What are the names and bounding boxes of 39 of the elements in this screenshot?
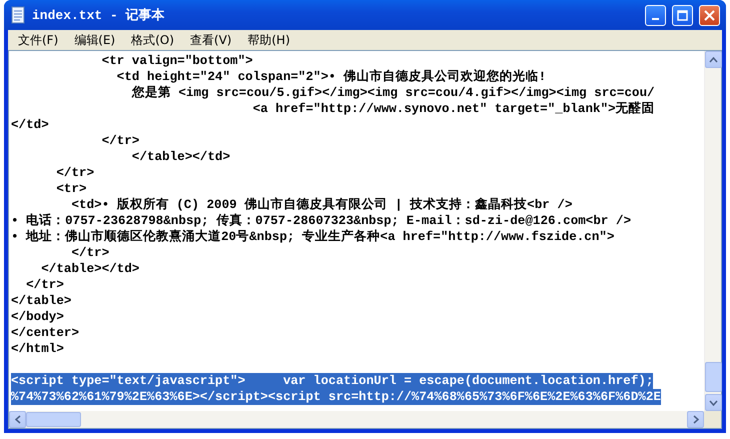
scrollbar-corner [704,411,721,428]
code-line: </tr> [100,133,140,149]
notepad-icon [10,6,26,24]
code-line: 您是第 <img src=cou/5.gif></img><img src=cou/4.gif></img><img src=cou/ [130,85,655,101]
code-line: <tr valign="bottom"> [100,53,253,69]
maximize-icon [677,10,688,20]
window-title: index.txt - 记事本 [32,7,166,24]
menu-item[interactable]: 格式(O) [123,32,182,48]
code-line: </td> [11,117,49,133]
code-line: • 电话：0757-23628798&nbsp; 传真：0757-28607323&nbsp; E-mail：sd-zi-de@126.com<br /> [11,213,632,229]
code-line: </tr> [25,277,64,293]
code-line: </tr> [70,245,110,261]
code-line: </html> [11,341,64,357]
scrollbar-thumb[interactable] [705,362,722,392]
minimize-button[interactable] [645,4,666,26]
menu-item[interactable]: 帮助(H) [240,32,298,48]
code-line: </table></td> [40,261,140,277]
scroll-right-button[interactable] [687,411,704,428]
menu-item[interactable]: 编辑(E) [66,32,124,48]
close-button[interactable] [699,4,720,26]
close-icon [704,10,715,20]
code-line: • 地址：佛山市顺德区伦教熹涌大道20号&nbsp; 专业生产各种<a href="http://www.fszide.cn"> [11,229,614,245]
menu-item[interactable]: 查看(V) [182,32,240,48]
menu-item[interactable]: 文件(F) [10,32,66,48]
code-line: </table></td> [130,149,230,165]
scroll-left-button[interactable] [9,411,26,428]
scrollbar-thumb[interactable] [26,412,81,427]
code-line: <td>• 版权所有 (C) 2009 佛山市自德皮具有限公司 | 技术支持：鑫晶科技<br /> [70,197,572,213]
code-line: </table> [11,293,72,309]
scroll-up-button[interactable] [705,51,722,68]
minimize-icon [652,18,659,20]
code-line: </tr> [55,165,94,181]
code-line: <a href="http://www.synovo.net" target="_blank">无醛固 [252,101,655,117]
code-line: <td height="24" colspan="2">• 佛山市自德皮具公司欢迎您的光临! [116,69,546,85]
maximize-button[interactable] [672,4,693,26]
code-line: </center> [11,325,80,341]
code-line: <tr> [55,181,87,197]
scroll-down-button[interactable] [705,394,722,411]
code-line: </body> [11,309,64,325]
